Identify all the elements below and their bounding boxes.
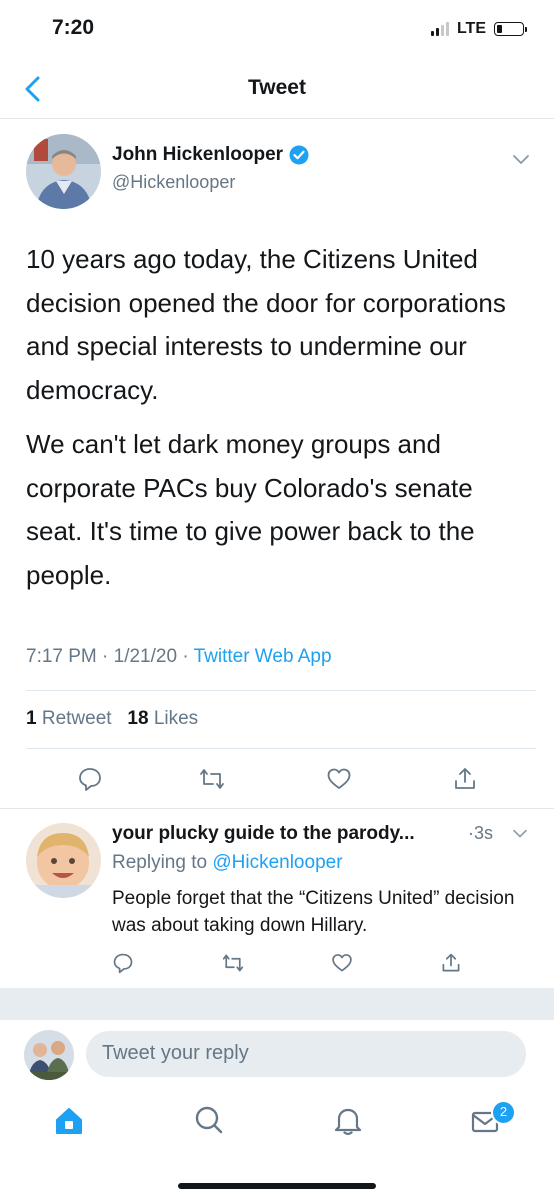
battery-icon xyxy=(494,22,527,36)
home-icon[interactable] xyxy=(54,1106,84,1136)
verified-badge-icon xyxy=(289,145,309,165)
author-handle[interactable]: @Hickenlooper xyxy=(112,172,235,193)
chevron-down-icon[interactable] xyxy=(511,828,529,840)
signal-icon xyxy=(430,22,449,36)
share-icon[interactable] xyxy=(452,766,478,792)
search-icon[interactable] xyxy=(193,1104,225,1136)
divider xyxy=(26,748,536,749)
section-separator xyxy=(0,988,554,1020)
network-label: LTE xyxy=(456,20,486,37)
replying-handle-link[interactable]: @Hickenlooper xyxy=(212,852,342,873)
retweets-stat[interactable]: 1 Retweet xyxy=(26,708,112,729)
replying-prefix: Replying to xyxy=(112,852,213,873)
author-name-text: John Hickenlooper xyxy=(112,144,284,165)
reply-icon[interactable] xyxy=(112,952,134,974)
notifications-bell-icon[interactable] xyxy=(332,1104,364,1136)
retweet-icon[interactable] xyxy=(199,766,225,792)
like-icon[interactable] xyxy=(331,952,353,974)
reply-compose-placeholder: Tweet your reply xyxy=(102,1042,249,1064)
retweet-icon[interactable] xyxy=(222,952,244,974)
tweet-text: 10 years ago today, the Citizens United … xyxy=(26,238,536,608)
user-avatar[interactable] xyxy=(24,1030,74,1080)
messages-badge: 2 xyxy=(491,1100,516,1125)
chevron-down-icon[interactable] xyxy=(511,153,531,167)
like-count: 18 xyxy=(127,708,149,729)
reply-text: People forget that the “Citizens United”… xyxy=(112,888,515,936)
status-time: 7:20 xyxy=(52,16,95,39)
author-avatar[interactable] xyxy=(26,134,101,209)
retweet-count: 1 xyxy=(26,708,37,729)
tweet-paragraph: 10 years ago today, the Citizens United … xyxy=(26,244,506,405)
like-label: Likes xyxy=(153,708,199,729)
tweet-paragraph: We can't let dark money groups and corpo… xyxy=(26,429,475,590)
like-icon[interactable] xyxy=(326,766,352,792)
tweet-stats: 1 Retweet 18 Likes xyxy=(26,708,198,730)
likes-stat[interactable]: 18 Likes xyxy=(127,708,198,729)
divider xyxy=(0,808,554,809)
page-title: Tweet xyxy=(248,76,306,99)
tweet-meta: 7:17 PM · 1/21/20 · Twitter Web App xyxy=(26,646,332,668)
tweet-timestamp: 7:17 PM · 1/21/20 · xyxy=(26,646,194,667)
reply-author-avatar[interactable] xyxy=(26,823,101,898)
share-icon[interactable] xyxy=(440,952,462,974)
divider xyxy=(26,690,536,691)
reply-author-name[interactable]: your plucky guide to the parody... xyxy=(112,823,462,845)
reply-time: ·3s xyxy=(468,823,494,843)
status-indicators: LTE xyxy=(430,20,527,38)
divider xyxy=(0,118,554,119)
author-name[interactable]: John Hickenlooper xyxy=(112,144,309,166)
home-indicator xyxy=(178,1183,376,1189)
retweet-label: Retweet xyxy=(41,708,112,729)
tweet-source-link[interactable]: Twitter Web App xyxy=(194,646,332,667)
replying-to: Replying to @Hickenlooper xyxy=(112,852,343,874)
reply-icon[interactable] xyxy=(77,766,103,792)
